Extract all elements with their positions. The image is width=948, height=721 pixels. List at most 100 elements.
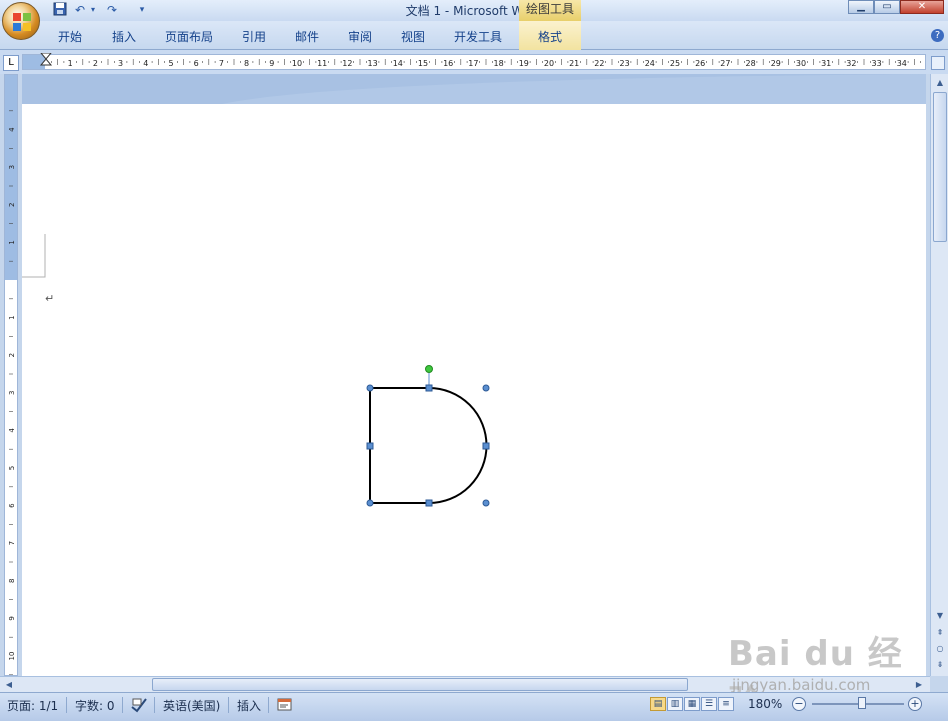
handle-top-right	[482, 384, 490, 392]
ruler-number: 7	[219, 59, 224, 68]
office-logo-icon	[13, 13, 31, 31]
handle-right-middle	[482, 442, 490, 450]
full-screen-reading-view-icon[interactable]: ▥	[667, 697, 683, 711]
drawing-tools-group-title: 绘图工具	[519, 0, 581, 21]
ruler-number: 1	[8, 315, 16, 319]
ruler-number: 29	[771, 59, 781, 68]
tab-references[interactable]: 引用	[242, 28, 266, 45]
ruler-number: 30	[796, 59, 806, 68]
handle-top-left	[366, 384, 374, 392]
horizontal-scroll-thumb[interactable]	[152, 678, 688, 691]
status-insert-mode[interactable]: 插入	[237, 697, 261, 714]
baidu-watermark: Bai du 经验 jingyan.baidu.com	[728, 626, 928, 721]
outline-view-icon[interactable]: ☰	[701, 697, 717, 711]
zoom-slider-thumb[interactable]	[858, 697, 866, 709]
maximize-icon[interactable]: ▭	[874, 0, 900, 14]
ruler-number: 25	[670, 59, 680, 68]
ruler-number: 4	[143, 59, 148, 68]
zoom-out-icon[interactable]: −	[792, 697, 806, 711]
status-page[interactable]: 页面: 1/1	[7, 697, 58, 714]
status-separator	[154, 697, 155, 713]
ruler-number: 24	[645, 59, 655, 68]
web-layout-view-icon[interactable]: ▦	[684, 697, 700, 711]
d-shape-drawing[interactable]	[22, 104, 926, 676]
window-title: 文档 1 - Microsoft Word	[405, 4, 543, 18]
vertical-ruler[interactable]: 4 3 2 1 1 2 3 4 5 6 7 8 9 10	[4, 74, 18, 676]
help-icon[interactable]: ?	[931, 29, 944, 42]
indent-marker-icon[interactable]	[39, 53, 53, 69]
scroll-left-icon[interactable]: ◀	[2, 678, 16, 692]
previous-page-icon[interactable]: ⇞	[933, 626, 947, 640]
vertical-ruler-ticks: 4 3 2 1 1 2 3 4 5 6 7 8 9 10	[8, 110, 16, 675]
vertical-scroll-thumb[interactable]	[933, 92, 947, 242]
status-bar: 页面: 1/1 字数: 0 英语(美国) 插入 ▤ ▥ ▦ ☰ ≡ 180% −…	[0, 692, 948, 721]
close-icon[interactable]: ✕	[900, 0, 944, 14]
tab-stop-selector[interactable]: L	[3, 55, 19, 71]
rotate-handle	[425, 365, 433, 373]
ruler-number: 3	[8, 391, 16, 395]
ruler-number: 31	[821, 59, 831, 68]
minimize-icon[interactable]: ▁	[848, 0, 874, 14]
ruler-number: 7	[8, 541, 16, 545]
vertical-scrollbar[interactable]: ▲ ▼ ⇞ ○ ⇟	[930, 74, 948, 676]
handle-top-middle	[425, 384, 433, 392]
ruler-number: 17	[468, 59, 478, 68]
view-ruler-icon[interactable]	[931, 56, 945, 70]
tab-page-layout[interactable]: 页面布局	[165, 28, 213, 45]
horizontal-ruler-ticks: 1 2 3 4 5 6 7 8 9 10 11 12 13 14 15 16 17 18 19 20 21 22 23 24 2…	[50, 59, 922, 68]
print-layout-view-icon[interactable]: ▤	[650, 697, 666, 711]
status-word-count[interactable]: 字数: 0	[75, 697, 115, 714]
window-controls: ▁ ▭ ✕	[848, 0, 944, 14]
ruler-number: 1	[68, 59, 73, 68]
ruler-number: 11	[317, 59, 327, 68]
ruler-number: 13	[368, 59, 378, 68]
ruler-number: 14	[393, 59, 403, 68]
tab-mailings[interactable]: 邮件	[295, 28, 319, 45]
document-page[interactable]: ↵	[22, 104, 926, 676]
ruler-number: 26	[695, 59, 705, 68]
ruler-number: 28	[746, 59, 756, 68]
status-language[interactable]: 英语(美国)	[163, 697, 220, 714]
ruler-number: 2	[93, 59, 98, 68]
ruler-number: 8	[244, 59, 249, 68]
zoom-level[interactable]: 180%	[748, 697, 782, 711]
ruler-number: 10	[292, 59, 302, 68]
ruler-number: 23	[620, 59, 630, 68]
tab-insert[interactable]: 插入	[112, 28, 136, 45]
ruler-number: 2	[8, 203, 16, 207]
macro-record-icon[interactable]	[277, 697, 293, 716]
ruler-number: 32	[846, 59, 856, 68]
tab-home[interactable]: 开始	[58, 28, 82, 45]
next-page-icon[interactable]: ⇟	[933, 658, 947, 672]
tab-format[interactable]: 格式	[519, 21, 581, 50]
zoom-in-icon[interactable]: +	[908, 697, 922, 711]
handle-left-middle	[366, 442, 374, 450]
ruler-number: 34	[897, 59, 907, 68]
status-separator	[268, 697, 269, 713]
ruler-number: 3	[8, 165, 16, 169]
ruler-number: 18	[494, 59, 504, 68]
title-bar: ↶ ▾ ↷ ▾ 文档 1 - Microsoft Word 绘图工具 ▁ ▭ ✕	[0, 0, 948, 21]
draft-view-icon[interactable]: ≡	[718, 697, 734, 711]
scroll-up-icon[interactable]: ▲	[933, 76, 947, 90]
ribbon-tab-row: 开始 插入 页面布局 引用 邮件 审阅 视图 开发工具 格式 ?	[0, 21, 948, 50]
browse-object-icon[interactable]: ○	[933, 642, 947, 656]
tab-developer[interactable]: 开发工具	[454, 28, 502, 45]
tab-review[interactable]: 审阅	[348, 28, 372, 45]
ruler-number: 9	[269, 59, 274, 68]
tab-view[interactable]: 视图	[401, 28, 425, 45]
horizontal-ruler[interactable]: 1 2 3 4 5 6 7 8 9 10 11 12 13 14 15 16 17 18 19 20 21 22 23 24 2…	[22, 53, 926, 70]
ruler-number: 12	[342, 59, 352, 68]
status-separator	[66, 697, 67, 713]
ruler-number: 20	[544, 59, 554, 68]
office-button[interactable]	[2, 2, 40, 40]
status-separator	[228, 697, 229, 713]
handle-bottom-left	[366, 499, 374, 507]
scroll-down-icon[interactable]: ▼	[933, 609, 947, 623]
proofing-icon[interactable]	[130, 697, 148, 716]
d-shape-outline	[369, 387, 488, 504]
decorative-swoosh	[222, 74, 926, 104]
handle-bottom-right	[482, 499, 490, 507]
ruler-number: 16	[443, 59, 453, 68]
ruler-number: 3	[118, 59, 123, 68]
